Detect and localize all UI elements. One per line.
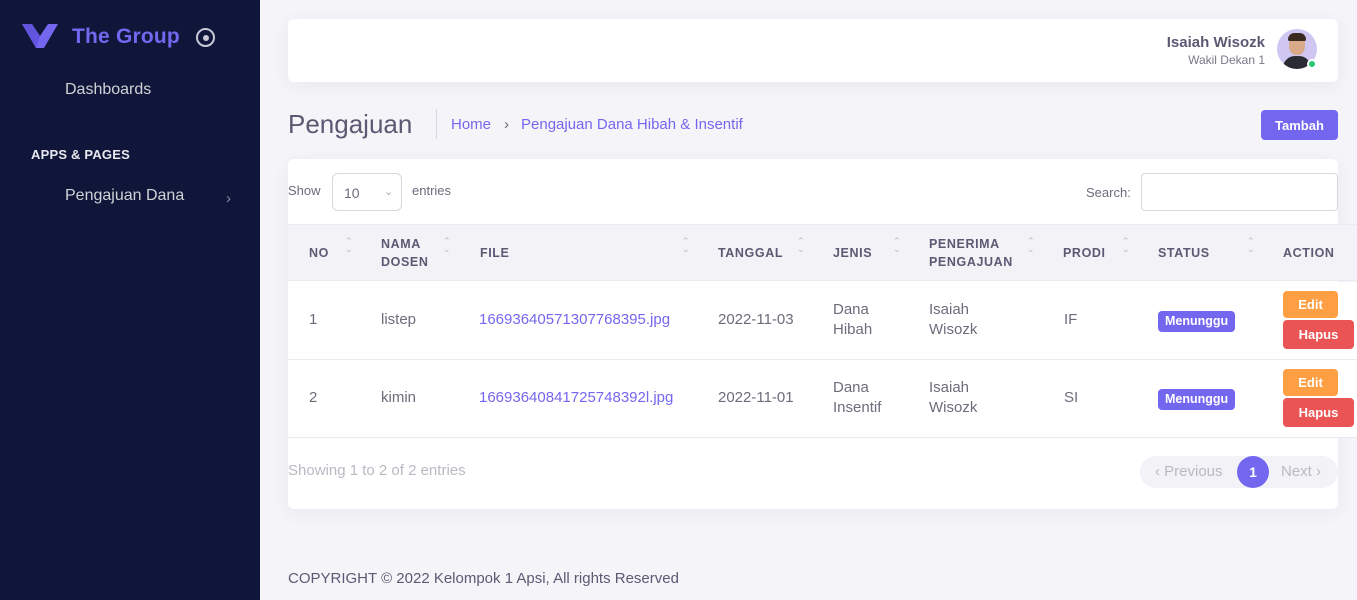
cell-no: 2 [309, 389, 318, 406]
sidebar: The Group Dashboards APPS & PAGES Pengaj… [0, 0, 260, 600]
next-button[interactable]: Next › [1281, 463, 1321, 480]
cell-penerima: Isaiah Wisozk [929, 300, 977, 340]
title-divider [436, 109, 437, 139]
user-name[interactable]: Isaiah Wisozk [1167, 34, 1265, 51]
th-penerima-pengajuan[interactable]: PENERIMA PENGAJUAN [929, 235, 1013, 271]
cell-penerima-line2: Wisozk [929, 321, 978, 338]
delete-button[interactable]: Hapus [1283, 398, 1354, 427]
cell-prodi: IF [1064, 311, 1078, 328]
chevron-right-icon: › [226, 190, 231, 207]
status-badge: Menunggu [1158, 389, 1236, 410]
pagination: ‹ Previous 1 Next › [1140, 456, 1338, 488]
th-action: ACTION [1283, 246, 1335, 260]
th-penerima-line1: PENERIMA [929, 237, 1000, 251]
breadcrumb-separator-icon: › [504, 116, 509, 133]
brand[interactable]: The Group [22, 22, 180, 52]
cell-no: 1 [309, 311, 318, 328]
th-status[interactable]: STATUS [1158, 244, 1210, 262]
cell-file-link[interactable]: 16693640571307768395.jpg [479, 310, 670, 330]
status-badge: Menunggu [1158, 311, 1236, 332]
user-role: Wakil Dekan 1 [1188, 53, 1265, 67]
avatar-hair-shape [1288, 33, 1306, 41]
sort-icon[interactable]: ⌃ ⌄ [1122, 237, 1130, 254]
cell-penerima-line1: Isaiah [929, 379, 970, 396]
table-info: Showing 1 to 2 of 2 entries [288, 462, 466, 479]
show-label: Show [288, 183, 321, 198]
cell-jenis-line2: Hibah [833, 321, 873, 338]
cell-file-link[interactable]: 16693640841725748392l.jpg [479, 388, 673, 408]
cell-jenis-line1: Dana [833, 301, 869, 318]
sort-icon[interactable]: ⌃ ⌄ [682, 237, 690, 254]
page-footer: COPYRIGHT © 2022 Kelompok 1 Apsi, All ri… [288, 570, 679, 587]
sort-icon[interactable]: ⌃ ⌄ [1027, 237, 1035, 254]
sidebar-item-pengajuan-dana[interactable]: Pengajuan Dana [65, 187, 184, 205]
breadcrumb-current[interactable]: Pengajuan Dana Hibah & Insentif [521, 116, 743, 133]
cell-jenis-line1: Dana [833, 379, 869, 396]
th-nama-dosen[interactable]: NAMA DOSEN [381, 235, 428, 271]
cell-nama: kimin [381, 389, 417, 406]
edit-button[interactable]: Edit [1283, 369, 1338, 396]
th-penerima-line2: PENGAJUAN [929, 255, 1013, 269]
brand-logo-icon [22, 24, 58, 48]
chevron-down-icon: ⌄ [384, 186, 394, 198]
top-navbar: Isaiah Wisozk Wakil Dekan 1 [288, 19, 1338, 82]
cell-jenis-line2: Insentif [833, 399, 882, 416]
sort-icon[interactable]: ⌃ ⌄ [797, 237, 805, 254]
th-no[interactable]: NO [309, 244, 329, 262]
th-prodi[interactable]: PRODI [1063, 244, 1106, 262]
th-nama-line2: DOSEN [381, 255, 429, 269]
sidebar-item-dashboards[interactable]: Dashboards [65, 81, 151, 99]
page-title: Pengajuan [288, 109, 413, 139]
table-header: NO ⌃ ⌄ NAMA DOSEN ⌃ ⌄ FILE ⌃ ⌄ TANGGAL ⌃ ⌄ JE… [288, 224, 1357, 281]
sort-icon[interactable]: ⌃ ⌄ [893, 237, 901, 254]
table-row: 2 kimin 16693640841725748392l.jpg 2022-1… [288, 360, 1357, 438]
edit-button[interactable]: Edit [1283, 291, 1338, 318]
previous-button[interactable]: ‹ Previous [1155, 463, 1223, 480]
sort-icon[interactable]: ⌃ ⌄ [345, 237, 353, 254]
cell-penerima: Isaiah Wisozk [929, 378, 977, 418]
th-jenis[interactable]: JENIS [833, 244, 872, 262]
cell-tanggal: 2022-11-03 [718, 311, 794, 328]
cell-nama: listep [381, 311, 417, 328]
online-status-dot [1307, 59, 1317, 69]
sort-icon[interactable]: ⌃ ⌄ [1247, 237, 1255, 254]
th-nama-line1: NAMA [381, 237, 421, 251]
cell-jenis: Dana Insentif [833, 378, 881, 418]
delete-button[interactable]: Hapus [1283, 320, 1354, 349]
entries-select-value: 10 [344, 185, 360, 201]
entries-select[interactable]: 10 ⌄ [332, 173, 402, 211]
cell-prodi: SI [1064, 389, 1079, 406]
brand-name: The Group [72, 25, 180, 48]
th-tanggal[interactable]: TANGGAL [718, 244, 783, 262]
sidebar-toggle-icon[interactable] [196, 28, 215, 47]
sort-icon[interactable]: ⌃ ⌄ [443, 237, 451, 254]
breadcrumb-home[interactable]: Home [451, 116, 491, 133]
sidebar-section-header: APPS & PAGES [31, 147, 130, 162]
th-file[interactable]: FILE [480, 244, 509, 262]
table-row: 1 listep 16693640571307768395.jpg 2022-1… [288, 282, 1357, 360]
add-button[interactable]: Tambah [1261, 110, 1338, 140]
search-input[interactable] [1141, 173, 1338, 211]
cell-penerima-line1: Isaiah [929, 301, 970, 318]
cell-penerima-line2: Wisozk [929, 399, 978, 416]
search-label: Search: [1086, 185, 1131, 200]
entries-label: entries [412, 183, 452, 198]
page-1-button[interactable]: 1 [1237, 456, 1269, 488]
cell-tanggal: 2022-11-01 [718, 389, 794, 406]
cell-jenis: Dana Hibah [833, 300, 872, 340]
